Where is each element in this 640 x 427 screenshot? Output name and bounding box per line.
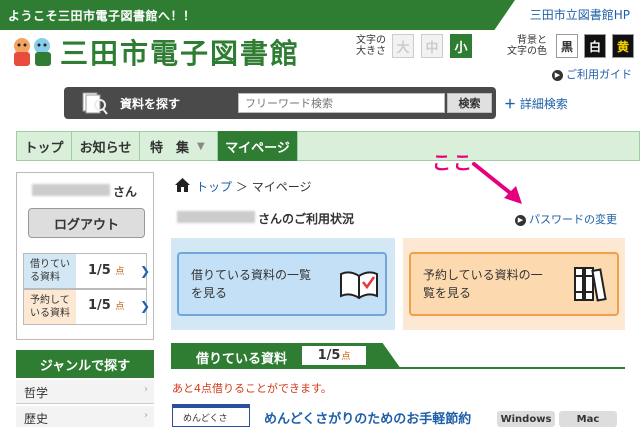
- search-button[interactable]: 検索: [447, 93, 492, 113]
- mascot-logo: [14, 38, 51, 66]
- nav-feature[interactable]: 特 集 ▼: [140, 131, 218, 161]
- breadcrumb-current: マイページ: [251, 180, 312, 194]
- library-hp-link[interactable]: 三田市立図書館HP: [530, 6, 630, 23]
- chevron-down-icon: ▼: [197, 140, 205, 152]
- platform-tag-mac: Mac: [559, 411, 617, 427]
- reserved-list-card[interactable]: 予約している資料の一 覧を見る: [409, 252, 619, 316]
- books-icon: [574, 267, 607, 302]
- nav-news[interactable]: お知らせ: [72, 131, 140, 161]
- welcome-text: ようこそ三田市電子図書館へ！！: [8, 9, 196, 23]
- usage-status-title: さんのご利用状況: [258, 212, 355, 226]
- password-change-link[interactable]: ▶ パスワードの変更: [515, 211, 617, 227]
- site-title[interactable]: 三田市電子図書館: [60, 32, 300, 72]
- font-size-medium-button[interactable]: 中: [421, 34, 443, 58]
- platform-tag-windows: Windows: [497, 411, 555, 427]
- advanced-search-link[interactable]: ＋ 詳細検索: [504, 95, 568, 112]
- nav-mypage[interactable]: マイページ: [218, 131, 298, 161]
- reserved-list-line2: 覧を見る: [423, 286, 472, 300]
- borrowed-list-line2: を見る: [191, 286, 228, 300]
- bg-white-button[interactable]: 白: [584, 34, 606, 58]
- play-icon: ▶: [552, 69, 563, 81]
- breadcrumb-home-link[interactable]: トップ: [196, 180, 232, 194]
- book-thumbnail-stripe: [172, 404, 250, 408]
- genre-heading: ジャンルで探す: [16, 350, 154, 378]
- genre-item-history[interactable]: 歴史 ›: [16, 406, 154, 427]
- user-suffix: さん: [113, 185, 138, 199]
- reserved-list-line1: 予約している資料の一: [423, 268, 543, 282]
- breadcrumb: トップ ＞ マイページ: [196, 180, 312, 194]
- borrowed-stat-label: 借りている資料: [24, 254, 76, 288]
- open-book-icon: [340, 271, 378, 300]
- font-size-large-button[interactable]: 大: [392, 34, 414, 58]
- user-guide-link[interactable]: ▶ ご利用ガイド: [552, 66, 632, 82]
- annotation-label: ここ: [432, 152, 475, 174]
- play-icon: ▶: [515, 214, 526, 226]
- borrowed-section-count: 1/5 点: [302, 346, 366, 365]
- search-input[interactable]: [238, 93, 445, 113]
- search-section-label: 資料を探す: [120, 97, 181, 111]
- user-name-blurred: [177, 211, 255, 223]
- borrowed-stat-value: 1/5 点: [88, 263, 125, 278]
- borrowed-section-title: 借りている資料: [196, 352, 288, 367]
- chevron-right-icon: ›: [144, 410, 148, 421]
- font-size-small-button[interactable]: 小: [450, 34, 472, 58]
- logout-button[interactable]: ログアウト: [28, 208, 145, 238]
- borrowed-stat-row[interactable]: 借りている資料: [23, 253, 147, 289]
- genre-item-philosophy[interactable]: 哲学 ›: [16, 380, 154, 404]
- bg-color-label: 背景と 文字の色: [507, 35, 547, 57]
- user-name-blurred: [32, 184, 110, 196]
- annotation-arrow-icon: [472, 162, 522, 204]
- chevron-right-icon: ›: [144, 384, 148, 395]
- section-divider: [171, 367, 625, 369]
- font-size-label: 文字の 大きさ: [356, 35, 386, 57]
- reserved-stat-value: 1/5 点: [88, 298, 125, 313]
- borrowed-list-line1: 借りている資料の一覧: [191, 268, 312, 282]
- remaining-message: あと4点借りることができます。: [172, 382, 332, 395]
- book-title-link[interactable]: めんどくさがりのためのお手軽節約: [264, 408, 471, 427]
- bg-black-button[interactable]: 黒: [556, 34, 578, 58]
- reserved-stat-label: 予約している資料: [24, 290, 76, 324]
- nav-top[interactable]: トップ: [17, 131, 72, 161]
- reserved-stat-row[interactable]: 予約している資料: [23, 289, 147, 325]
- chevron-right-icon[interactable]: ❯: [140, 299, 150, 313]
- bg-yellow-button[interactable]: 黄: [612, 34, 634, 58]
- chevron-right-icon[interactable]: ❯: [140, 264, 150, 278]
- book-search-icon: [82, 92, 108, 115]
- borrowed-list-card[interactable]: 借りている資料の一覧 を見る: [177, 252, 387, 316]
- home-icon: [175, 178, 190, 192]
